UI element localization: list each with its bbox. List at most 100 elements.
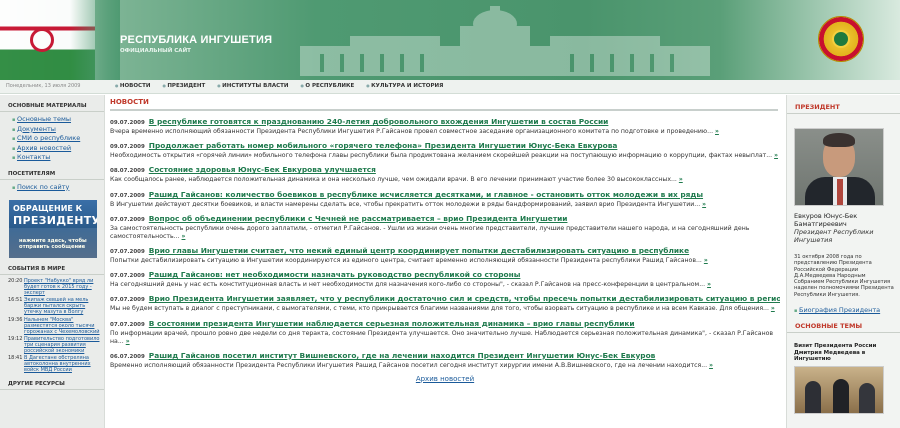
read-more-link[interactable]: » — [771, 305, 775, 312]
news-summary: По информации врачей, прошло ровно две н… — [110, 329, 774, 345]
news-title-link[interactable]: Вопрос об объединении республики с Чечне… — [149, 214, 568, 223]
president-biography-link[interactable]: Биография Президента — [799, 306, 880, 314]
site-header: РЕСПУБЛИКА ИНГУШЕТИЯ ОФИЦИАЛЬНЫЙ САЙТ — [0, 0, 900, 80]
banner-line-2: ПРЕЗИДЕНТУ — [13, 214, 97, 227]
president-heading: ПРЕЗИДЕНТ — [787, 103, 900, 114]
news-title-link[interactable]: Состояние здоровья Юнус-Бек Евкурова улу… — [149, 165, 376, 174]
nav-item-about[interactable]: О РЕСПУБЛИКЕ — [301, 83, 354, 89]
link-news-archive[interactable]: Архив новостей — [17, 144, 71, 152]
coat-of-arms-emblem[interactable] — [818, 16, 864, 62]
news-item: 07.07.2009 В состоянии президента Ингушет… — [110, 319, 780, 346]
nav-item-news[interactable]: НОВОСТИ — [115, 83, 151, 89]
news-date: 08.07.2009 — [110, 168, 145, 175]
nav-item-culture[interactable]: КУЛЬТУРА И ИСТОРИЯ — [366, 83, 443, 89]
news-heading: НОВОСТИ — [110, 98, 778, 111]
news-title-link[interactable]: Рашид Гайсанов: количество боевиков в ре… — [149, 190, 703, 199]
news-title-link[interactable]: Продолжает работать номер мобильного «го… — [149, 141, 618, 150]
news-title-link[interactable]: Врио главы Ингушетии считает, что некий … — [149, 246, 689, 255]
topic-photo[interactable] — [794, 365, 884, 414]
news-title-link[interactable]: В республике готовятся к празднованию 24… — [149, 117, 609, 126]
president-name: Евкуров Юнус-Бек Баматгиреевич — [794, 212, 858, 228]
banner-line-1: ОБРАЩЕНИЕ К — [13, 204, 83, 213]
news-item: 07.07.2009 Рашид Гайсанов: количество бое… — [110, 190, 780, 209]
news-title-link[interactable]: В состоянии президента Ингушетии наблюда… — [149, 319, 635, 328]
banner-line-3: нажмите здесь, чтобы отправить сообщение — [19, 238, 87, 250]
news-date: 07.07.2009 — [110, 192, 145, 199]
read-more-link[interactable]: » — [679, 176, 683, 183]
left-sidebar: ОСНОВНЫЕ МАТЕРИАЛЫ Основные темы Докумен… — [0, 95, 105, 428]
link-main-topics[interactable]: Основные темы — [17, 115, 71, 123]
list-item: Архив новостей — [12, 144, 96, 154]
news-item: 06.07.2009 Рашид Гайсанов посетил институ… — [110, 351, 780, 370]
news-date: 07.07.2009 — [110, 321, 145, 328]
news-date: 07.07.2009 — [110, 273, 145, 280]
news-summary: Вчера временно исполняющий обязанности П… — [110, 128, 714, 135]
news-date: 09.07.2009 — [110, 144, 145, 151]
president-role: Президент Республики Ингушетия — [794, 228, 874, 244]
news-title-link[interactable]: Рашид Гайсанов посетил институт Вишневск… — [149, 351, 656, 360]
list-item: 19:36 Налынем "Москва" разместятся около … — [8, 317, 100, 335]
event-time: 19:36 — [8, 316, 23, 323]
list-item: 20:20 Проект "Набукко" вряд ли будет гото… — [8, 278, 100, 296]
news-list: 09.07.2009 В республике готовятся к празд… — [110, 117, 780, 370]
topic-caption[interactable]: Визит Президента России Дмитрия Медведев… — [794, 343, 894, 363]
world-events-heading: СОБЫТИЯ В МИРЕ — [0, 266, 104, 275]
link-documents[interactable]: Документы — [17, 125, 56, 133]
appeal-to-president-banner[interactable]: ОБРАЩЕНИЕ К ПРЕЗИДЕНТУ нажмите здесь, чт… — [9, 200, 97, 258]
other-resources-heading: ДРУГИЕ РЕСУРСЫ — [0, 381, 104, 391]
news-title-link[interactable]: Врио Президента Ингушетии заявляет, что … — [149, 294, 780, 303]
read-more-link[interactable]: » — [774, 152, 778, 159]
event-time: 16:51 — [8, 297, 23, 304]
government-building-image — [300, 6, 710, 76]
read-more-link[interactable]: » — [702, 201, 706, 208]
link-site-search[interactable]: Поиск по сайту — [17, 183, 69, 191]
president-bio-text: 31 октября 2008 года по представлению Пр… — [794, 254, 894, 298]
nav-item-government[interactable]: ИНСТИТУТЫ ВЛАСТИ — [217, 83, 288, 89]
site-title[interactable]: РЕСПУБЛИКА ИНГУШЕТИЯ — [120, 34, 272, 46]
news-date: 07.07.2009 — [110, 297, 145, 304]
list-item: Поиск по сайту — [12, 183, 96, 193]
current-date: Понедельник, 13 июля 2009 — [6, 83, 81, 89]
news-item: 07.07.2009 Врио главы Ингушетии считает, … — [110, 246, 780, 265]
link-contacts[interactable]: Контакты — [17, 153, 50, 161]
list-item: 16:51 Экипаж севшей на мель баржи пытался… — [8, 297, 100, 315]
event-time: 20:20 — [8, 278, 23, 284]
event-link[interactable]: Правительство подготовило три сценария р… — [24, 336, 100, 354]
right-sidebar: ПРЕЗИДЕНТ Евкуров Юнус-Бек Баматгиреевич… — [786, 95, 900, 428]
visitors-heading: ПОСЕТИТЕЛЯМ — [0, 171, 104, 180]
read-more-link[interactable]: » — [126, 338, 130, 345]
main-materials-list: Основные темы Документы СМИ о республике… — [0, 112, 104, 163]
list-item: 18:41 В Дагестане обстреляна автоколонна … — [8, 355, 100, 373]
world-events-list: 20:20 Проект "Набукко" вряд ли будет гото… — [0, 275, 104, 373]
news-archive-link[interactable]: Архив новостей — [416, 375, 474, 383]
news-section: НОВОСТИ 09.07.2009 В республике готовятся… — [110, 98, 780, 383]
news-date: 09.07.2009 — [110, 120, 145, 126]
main-topics-heading: ОСНОВНЫЕ ТЕМЫ — [787, 322, 900, 334]
event-link[interactable]: В Дагестане обстреляна автоколонна внутр… — [24, 355, 100, 373]
event-link[interactable]: Налынем "Москва" разместятся около тысяч… — [24, 317, 100, 335]
news-item: 07.07.2009 Рашид Гайсанов: нет необходимо… — [110, 270, 780, 289]
news-summary: На сегодняшний день у нас есть конституц… — [110, 281, 706, 289]
list-item: Основные темы — [12, 115, 96, 125]
list-item: Контакты — [12, 153, 96, 163]
president-photo[interactable] — [794, 128, 884, 206]
event-link[interactable]: Экипаж севшей на мель баржи пытался скры… — [24, 297, 100, 315]
link-media[interactable]: СМИ о республике — [17, 134, 80, 142]
list-item: СМИ о республике — [12, 134, 96, 144]
list-item: 19:12 Правительство подготовило три сцена… — [8, 336, 100, 354]
event-time: 18:41 — [8, 355, 23, 362]
read-more-link[interactable]: » — [182, 233, 186, 240]
event-link[interactable]: Проект "Набукко" вряд ли будет готов к 2… — [24, 278, 100, 296]
news-title-link[interactable]: Рашид Гайсанов: нет необходимости назнач… — [149, 270, 521, 279]
read-more-link[interactable]: » — [709, 362, 713, 369]
news-item: 09.07.2009 Продолжает работать номер моби… — [110, 141, 780, 160]
read-more-link[interactable]: » — [704, 257, 708, 264]
news-item: 08.07.2009 Состояние здоровья Юнус-Бек Ев… — [110, 165, 780, 184]
read-more-link[interactable]: » — [715, 128, 719, 135]
news-date: 07.07.2009 — [110, 216, 145, 223]
news-summary: В Ингушетии действуют десятки боевиков, … — [110, 200, 701, 208]
news-summary: За самостоятельность республики очень до… — [110, 224, 750, 240]
news-summary: Как сообщалось ранее, наблюдается положи… — [110, 176, 677, 184]
read-more-link[interactable]: » — [707, 281, 711, 288]
nav-item-president[interactable]: ПРЕЗИДЕНТ — [162, 83, 205, 89]
